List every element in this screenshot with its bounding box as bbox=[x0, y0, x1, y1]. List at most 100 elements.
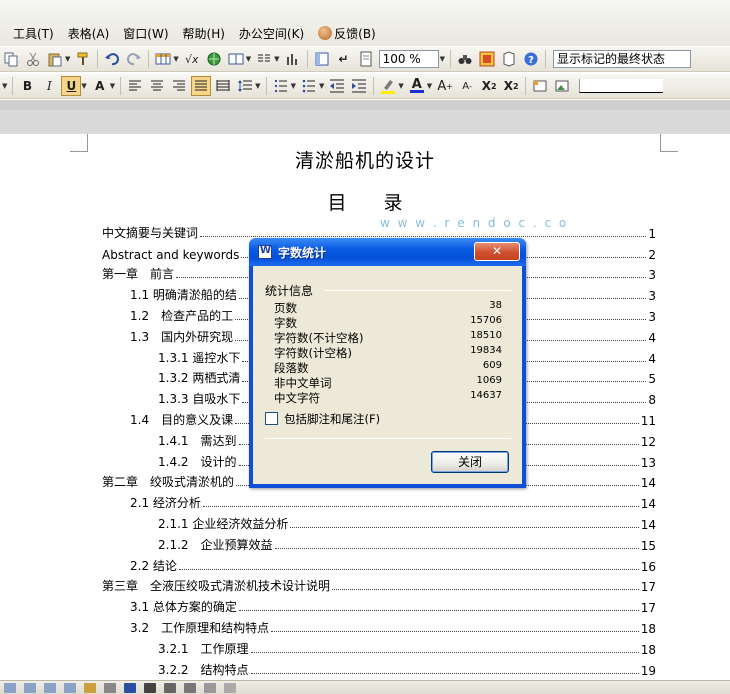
track-changes-state-select[interactable]: 显示标记的最终状态 bbox=[552, 50, 691, 68]
svg-text:?: ? bbox=[528, 55, 534, 66]
columns-dropdown-icon[interactable]: ▼ bbox=[246, 55, 251, 63]
subscript-button[interactable]: X2 bbox=[501, 76, 521, 96]
align-right-icon[interactable] bbox=[169, 76, 189, 96]
draw-tool-icon[interactable] bbox=[4, 682, 16, 693]
include-footnotes-label[interactable]: 包括脚注和尾注(F) bbox=[284, 411, 380, 427]
align-left-icon[interactable] bbox=[125, 76, 145, 96]
underline-button[interactable]: U bbox=[61, 76, 82, 96]
columns-icon[interactable] bbox=[226, 49, 246, 69]
char-scale-button[interactable]: A bbox=[90, 76, 110, 96]
shadow-icon[interactable] bbox=[204, 682, 216, 693]
help-icon[interactable]: ? bbox=[521, 49, 541, 69]
highlight-icon[interactable] bbox=[378, 76, 398, 96]
bullet-list-dropdown-icon[interactable]: ▼ bbox=[319, 82, 324, 90]
format-painter-icon[interactable] bbox=[73, 49, 93, 69]
decrease-indent-icon[interactable] bbox=[327, 76, 347, 96]
font-color-draw-icon[interactable] bbox=[124, 682, 136, 693]
toc-entry[interactable]: 第三章 全液压绞吸式清淤机技术设计说明 17 bbox=[102, 574, 656, 595]
zoom-dropdown-icon[interactable]: ▼ bbox=[440, 55, 445, 63]
superscript-button[interactable]: X2 bbox=[479, 76, 499, 96]
find-binoculars-icon[interactable] bbox=[455, 49, 475, 69]
paste-icon[interactable] bbox=[45, 49, 65, 69]
include-footnotes-checkbox[interactable] bbox=[265, 412, 278, 425]
bullet-list-icon[interactable] bbox=[299, 76, 319, 96]
line-spacing-dropdown-icon[interactable]: ▼ bbox=[255, 82, 260, 90]
increase-indent-icon[interactable] bbox=[349, 76, 369, 96]
highlight-dropdown-icon[interactable]: ▼ bbox=[398, 82, 403, 90]
char-scale-dropdown-icon[interactable]: ▼ bbox=[110, 82, 115, 90]
3d-icon[interactable] bbox=[224, 682, 236, 693]
globe-icon[interactable] bbox=[204, 49, 224, 69]
menu-tools[interactable]: 工具(T) bbox=[0, 25, 61, 42]
toc-entry[interactable]: 3.2 工作原理和结构特点 18 bbox=[102, 615, 656, 636]
copy-icon[interactable] bbox=[1, 49, 21, 69]
numbered-list-dropdown-icon[interactable]: ▼ bbox=[291, 82, 296, 90]
draw-tool-icon[interactable] bbox=[44, 682, 56, 693]
shrink-font-button[interactable]: A- bbox=[457, 76, 477, 96]
toc-entry[interactable]: 3.2.1 工作原理 18 bbox=[102, 636, 656, 657]
bold-button[interactable]: B bbox=[17, 76, 37, 96]
line-spacing-icon[interactable] bbox=[235, 76, 255, 96]
menu-feedback[interactable]: 反馈(B) bbox=[311, 25, 383, 42]
insert-textbox-icon[interactable] bbox=[530, 76, 550, 96]
draw-tool-icon[interactable] bbox=[64, 682, 76, 693]
menu-office-space[interactable]: 办公空间(K) bbox=[232, 25, 311, 42]
word-count-icon[interactable] bbox=[477, 49, 497, 69]
toc-entry[interactable]: 3.1 总体方案的确定 17 bbox=[102, 594, 656, 616]
toc-entry-page: 2 bbox=[648, 247, 656, 262]
toc-leader-dots bbox=[250, 672, 639, 674]
formula-icon[interactable]: √x bbox=[182, 49, 202, 69]
toc-entry[interactable]: 2.1.2 企业预算效益 15 bbox=[102, 532, 656, 553]
template-icon[interactable] bbox=[499, 49, 519, 69]
zoom-combobox[interactable]: 100 % bbox=[378, 50, 439, 68]
superscript-letter: X bbox=[481, 79, 491, 93]
menu-help[interactable]: 帮助(H) bbox=[176, 25, 232, 42]
italic-button[interactable]: I bbox=[39, 76, 59, 96]
justify-icon[interactable] bbox=[191, 76, 212, 96]
font-color-button[interactable]: A bbox=[407, 76, 427, 96]
close-icon[interactable]: ✕ bbox=[474, 242, 520, 261]
dialog-titlebar[interactable]: 字数统计 ✕ bbox=[249, 238, 526, 266]
align-center-icon[interactable] bbox=[147, 76, 167, 96]
grow-font-button[interactable]: A + bbox=[435, 76, 455, 96]
cut-icon[interactable] bbox=[23, 49, 43, 69]
menu-table[interactable]: 表格(A) bbox=[61, 25, 117, 42]
fill-color-icon[interactable] bbox=[84, 682, 96, 693]
show-hide-marks-icon[interactable]: ↵ bbox=[334, 49, 354, 69]
arrow-style-icon[interactable] bbox=[184, 682, 196, 693]
text-columns-icon[interactable] bbox=[254, 49, 274, 69]
table-dropdown-icon[interactable]: ▼ bbox=[173, 55, 178, 63]
numbered-list-icon[interactable] bbox=[271, 76, 291, 96]
toc-entry[interactable]: 2.1 经济分析 14 bbox=[102, 490, 656, 512]
chart-icon[interactable] bbox=[283, 49, 303, 69]
distributed-align-icon[interactable] bbox=[213, 76, 233, 96]
shrink-font-minus-icon: - bbox=[469, 81, 472, 91]
toc-entry-label: 3.2.1 工作原理 bbox=[158, 639, 251, 657]
insert-picture-icon[interactable] bbox=[552, 76, 572, 96]
text-columns-dropdown-icon[interactable]: ▼ bbox=[274, 55, 279, 63]
line-style-icon[interactable] bbox=[144, 682, 156, 693]
line-color-icon[interactable] bbox=[104, 682, 116, 693]
draw-tool-icon[interactable] bbox=[24, 682, 36, 693]
toc-entry-label: 2.2 结论 bbox=[130, 556, 179, 574]
toc-entry-label: 3.2 工作原理和结构特点 bbox=[130, 618, 272, 636]
toc-entry-label: 3.1 总体方案的确定 bbox=[130, 598, 239, 616]
font-color-dropdown-icon[interactable]: ▼ bbox=[427, 82, 432, 90]
underline-dropdown-icon[interactable]: ▼ bbox=[81, 82, 86, 90]
toc-entry[interactable]: 3.2.2 结构特点 19 bbox=[102, 657, 656, 678]
close-button[interactable]: 关闭 bbox=[431, 451, 509, 473]
menu-window[interactable]: 窗口(W) bbox=[116, 25, 175, 42]
toc-entry[interactable]: 2.2 结论 16 bbox=[102, 553, 656, 574]
toc-entry-label: 2.1.1 企业经济效益分析 bbox=[158, 514, 291, 532]
font-size-dropdown-icon[interactable]: ▼ bbox=[2, 82, 7, 90]
undo-icon[interactable] bbox=[102, 49, 122, 69]
redo-icon[interactable] bbox=[124, 49, 144, 69]
print-preview-icon[interactable] bbox=[356, 49, 376, 69]
dash-style-icon[interactable] bbox=[164, 682, 176, 693]
line-style-select[interactable] bbox=[579, 79, 664, 93]
document-map-icon[interactable] bbox=[312, 49, 332, 69]
paste-dropdown-icon[interactable]: ▼ bbox=[65, 55, 70, 63]
subscript-letter: X bbox=[503, 79, 513, 93]
insert-table-icon[interactable] bbox=[153, 49, 173, 69]
toc-entry[interactable]: 2.1.1 企业经济效益分析 14 bbox=[102, 511, 656, 532]
